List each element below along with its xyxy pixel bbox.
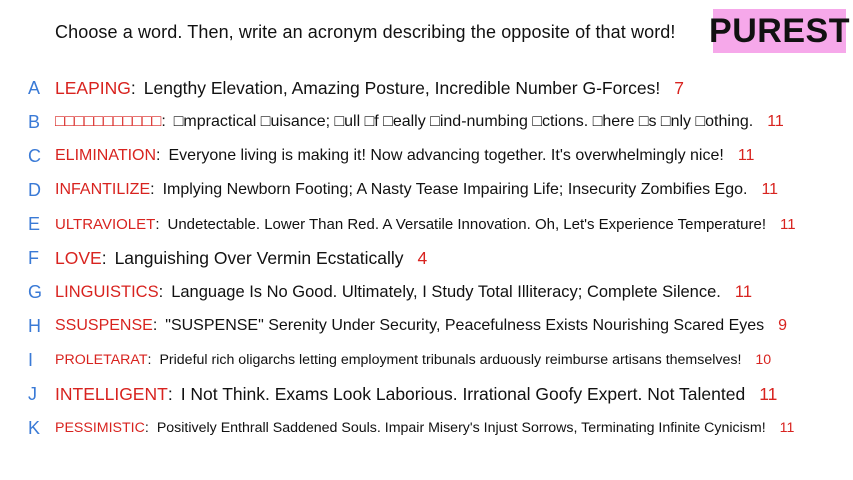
row-letter: F (28, 247, 39, 268)
row-letter: C (28, 145, 41, 166)
row-count: 11 (780, 215, 796, 233)
row-word: SSUSPENSE (55, 317, 153, 334)
row-letter: D (28, 179, 41, 200)
list-item: K PESSIMISTIC: Positively Enthrall Sadde… (28, 417, 795, 438)
row-word: INTELLIGENT (55, 383, 168, 404)
row-count: 9 (778, 317, 788, 334)
list-item: H SSUSPENSE: "SUSPENSE" Serenity Under S… (28, 315, 788, 336)
row-letter: K (28, 417, 41, 438)
row-letter: H (28, 315, 41, 336)
row-acronym: Undetectable. Lower Than Red. A Versatil… (167, 215, 766, 233)
row-word: ULTRAVIOLET (55, 215, 156, 233)
prompt-text: Choose a word. Then, write an acronym de… (55, 22, 676, 42)
row-word: LEAPING (55, 77, 131, 98)
list-item: D INFANTILIZE: Implying Newborn Footing;… (28, 179, 779, 200)
row-count: 11 (779, 420, 795, 436)
row-letter: E (28, 213, 41, 234)
row-count: 11 (759, 383, 778, 404)
row-count: 11 (761, 181, 779, 198)
list-item: A LEAPING: Lengthy Elevation, Amazing Po… (28, 77, 684, 98)
list-item: I PROLETARAT: Prideful rich oligarchs le… (28, 349, 772, 370)
row-acronym: I Not Think. Exams Look Laborious. Irrat… (180, 383, 746, 404)
row-letter: A (28, 77, 41, 98)
row-word: □□□□□□□□□□□ (55, 113, 162, 130)
row-word: ELIMINATION (55, 147, 157, 164)
row-count: 11 (767, 113, 784, 130)
list-item: C ELIMINATION: Everyone living is making… (28, 145, 755, 166)
row-letter: I (28, 349, 34, 370)
row-count: 11 (734, 282, 753, 301)
row-count: 4 (417, 247, 428, 268)
word-badge: PUREST (709, 9, 849, 53)
row-word: LOVE (55, 247, 102, 268)
row-acronym: Language Is No Good. Ultimately, I Study… (171, 282, 721, 301)
row-acronym: Lengthy Elevation, Amazing Posture, Incr… (143, 77, 661, 98)
row-letter: G (28, 281, 43, 302)
row-acronym: "SUSPENSE" Serenity Under Security, Peac… (165, 317, 765, 334)
row-acronym: Languishing Over Vermin Ecstatically (114, 247, 404, 268)
row-word: PESSIMISTIC (55, 420, 145, 436)
row-letter: B (28, 111, 41, 132)
row-acronym: Prideful rich oligarchs letting employme… (159, 352, 742, 368)
row-word: PROLETARAT (55, 352, 148, 368)
row-acronym: Everyone living is making it! Now advanc… (168, 147, 724, 164)
row-acronym: Implying Newborn Footing; A Nasty Tease … (162, 181, 748, 198)
row-letter: J (28, 383, 37, 404)
row-word: INFANTILIZE (55, 181, 151, 198)
list-item: J INTELLIGENT: I Not Think. Exams Look L… (28, 383, 778, 404)
list-item: B □□□□□□□□□□□: □mpractical □uisance; □ul… (28, 111, 784, 132)
list-item: E ULTRAVIOLET: Undetectable. Lower Than … (28, 213, 796, 234)
row-count: 10 (755, 352, 772, 368)
row-count: 7 (674, 77, 684, 98)
list-item: F LOVE: Languishing Over Vermin Ecstatic… (28, 247, 428, 268)
list-item: G LINGUISTICS: Language Is No Good. Ulti… (28, 281, 753, 302)
row-acronym: □mpractical □uisance; □ull □f □eally □in… (173, 113, 754, 130)
row-count: 11 (737, 147, 755, 164)
row-word: LINGUISTICS (55, 282, 159, 301)
row-acronym: Positively Enthrall Saddened Souls. Impa… (156, 420, 766, 436)
